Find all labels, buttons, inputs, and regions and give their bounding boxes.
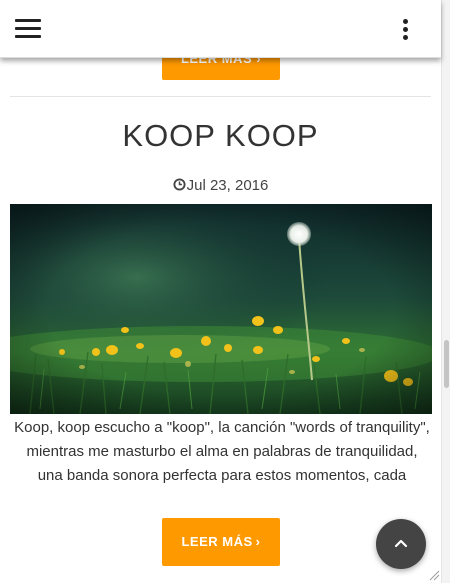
- post-title[interactable]: KOOP KOOP: [10, 118, 431, 154]
- dandelion-meadow-photo[interactable]: [10, 204, 432, 414]
- read-more-button[interactable]: LEER MÁS ›: [162, 518, 280, 566]
- resize-grip-icon[interactable]: [428, 569, 440, 581]
- page: LEER MÁS › KOOP KOOP Jul 23, 2016 Koop, …: [0, 0, 450, 583]
- post-excerpt: Koop, koop escucho a "koop", la canción …: [14, 419, 430, 484]
- post-date-text: Jul 23, 2016: [186, 177, 269, 194]
- post-date: Jul 23, 2016: [10, 177, 431, 194]
- read-more-label: LEER MÁS: [181, 534, 253, 549]
- top-app-bar: [0, 0, 441, 58]
- hamburger-menu-icon[interactable]: [15, 19, 41, 41]
- vertical-dots-icon[interactable]: [398, 19, 412, 41]
- chevron-right-icon: ›: [255, 534, 261, 549]
- clock-icon: [173, 178, 186, 191]
- chevron-up-icon: [394, 539, 408, 548]
- vertical-scrollbar[interactable]: [441, 0, 450, 583]
- back-to-top-button[interactable]: [376, 519, 426, 569]
- scrollbar-thumb[interactable]: [444, 340, 449, 388]
- post-divider: [10, 96, 431, 97]
